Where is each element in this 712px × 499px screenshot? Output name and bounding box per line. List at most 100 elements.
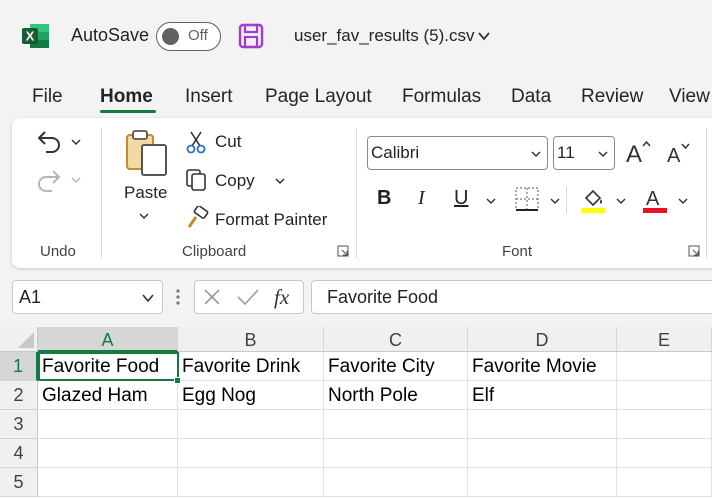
underline-dropdown-icon[interactable]	[486, 196, 496, 206]
chevron-down-icon	[598, 151, 608, 158]
select-all-triangle	[18, 332, 34, 348]
undo-icon[interactable]	[35, 128, 63, 154]
column-header-d[interactable]: D	[468, 327, 617, 352]
chevron-down-icon[interactable]	[142, 292, 154, 304]
name-box[interactable]: A1	[12, 280, 163, 314]
paste-button-label[interactable]: Paste	[124, 183, 167, 203]
format-painter-icon[interactable]	[185, 206, 209, 230]
row-header-1[interactable]: 1	[0, 352, 38, 381]
font-color-icon[interactable]: A	[642, 186, 668, 214]
tab-page-layout[interactable]: Page Layout	[265, 86, 372, 108]
cell-a1[interactable]: Favorite Food	[38, 352, 178, 381]
spreadsheet-grid: A B C D E 1 2 3 4 5 Favorite Food Favori…	[0, 327, 712, 499]
cut-button[interactable]: Cut	[215, 132, 241, 152]
group-divider	[356, 128, 357, 258]
autosave-state: Off	[188, 27, 208, 44]
fill-color-dropdown-icon[interactable]	[616, 196, 626, 206]
increase-font-size-icon[interactable]: A	[625, 139, 653, 165]
italic-button[interactable]: I	[418, 187, 425, 210]
group-label-clipboard: Clipboard	[182, 243, 247, 260]
paste-icon[interactable]	[124, 129, 170, 179]
cell-e5[interactable]	[617, 468, 712, 497]
cancel-icon[interactable]	[202, 287, 222, 307]
select-all-corner[interactable]	[0, 327, 38, 352]
tab-home[interactable]: Home	[100, 86, 153, 108]
font-launcher-icon[interactable]	[688, 245, 700, 257]
tab-file[interactable]: File	[32, 86, 63, 108]
tab-view[interactable]: View	[669, 86, 710, 108]
autosave-toggle[interactable]: Off	[156, 22, 221, 51]
toggle-knob	[162, 28, 179, 45]
row-header-3[interactable]: 3	[0, 410, 38, 439]
enter-check-icon[interactable]	[236, 287, 260, 307]
column-header-b[interactable]: B	[178, 327, 324, 352]
svg-text:fx: fx	[274, 285, 290, 309]
underline-button[interactable]: U	[454, 187, 468, 210]
cell-d4[interactable]	[468, 439, 617, 468]
cell-b4[interactable]	[178, 439, 324, 468]
cut-icon[interactable]	[186, 130, 206, 154]
cell-b2[interactable]: Egg Nog	[178, 381, 324, 410]
fill-handle[interactable]	[174, 377, 181, 384]
cell-c5[interactable]	[324, 468, 468, 497]
row-header-5[interactable]: 5	[0, 468, 38, 497]
save-icon[interactable]	[238, 23, 264, 49]
cell-d2[interactable]: Elf	[468, 381, 617, 410]
cell-e4[interactable]	[617, 439, 712, 468]
cell-c3[interactable]	[324, 410, 468, 439]
font-size-value: 11	[557, 143, 575, 162]
svg-text:A: A	[626, 141, 642, 165]
cell-d5[interactable]	[468, 468, 617, 497]
row-header-4[interactable]: 4	[0, 439, 38, 468]
font-size-select[interactable]: 11	[553, 136, 615, 170]
svg-text:A: A	[667, 145, 681, 165]
cell-a4[interactable]	[38, 439, 178, 468]
cell-a5[interactable]	[38, 468, 178, 497]
cell-b5[interactable]	[178, 468, 324, 497]
clipboard-launcher-icon[interactable]	[337, 245, 349, 257]
cell-b1[interactable]: Favorite Drink	[178, 352, 324, 381]
tab-formulas[interactable]: Formulas	[402, 86, 481, 108]
group-divider	[706, 128, 707, 258]
font-color-dropdown-icon[interactable]	[678, 196, 688, 206]
cell-e1[interactable]	[617, 352, 712, 381]
cell-e2[interactable]	[617, 381, 712, 410]
file-name[interactable]: user_fav_results (5).csv	[294, 26, 474, 46]
undo-dropdown-icon[interactable]	[71, 137, 81, 147]
cell-d1[interactable]: Favorite Movie	[468, 352, 617, 381]
more-options-icon[interactable]	[174, 288, 182, 306]
cell-c4[interactable]	[324, 439, 468, 468]
row-header-2[interactable]: 2	[0, 381, 38, 410]
decrease-font-size-icon[interactable]: A	[666, 141, 692, 165]
cell-a3[interactable]	[38, 410, 178, 439]
column-header-a[interactable]: A	[38, 327, 178, 352]
copy-dropdown-icon[interactable]	[275, 176, 285, 186]
paste-dropdown-icon[interactable]	[139, 211, 149, 221]
copy-icon[interactable]	[185, 168, 207, 192]
redo-icon	[38, 170, 61, 192]
fill-color-icon[interactable]	[580, 186, 606, 214]
cell-b3[interactable]	[178, 410, 324, 439]
active-tab-indicator	[100, 110, 156, 113]
tab-review[interactable]: Review	[581, 86, 643, 108]
group-label-font: Font	[502, 243, 533, 260]
tab-insert[interactable]: Insert	[185, 86, 233, 108]
copy-button[interactable]: Copy	[215, 171, 255, 191]
autosave-label: AutoSave	[71, 25, 150, 45]
cell-c1[interactable]: Favorite City	[324, 352, 468, 381]
cell-d3[interactable]	[468, 410, 617, 439]
bold-button[interactable]: B	[377, 187, 391, 210]
cell-a2[interactable]: Glazed Ham	[38, 381, 178, 410]
column-header-c[interactable]: C	[324, 327, 468, 352]
cell-e3[interactable]	[617, 410, 712, 439]
borders-icon[interactable]	[514, 186, 540, 212]
format-painter-button[interactable]: Format Painter	[215, 210, 327, 230]
cell-c2[interactable]: North Pole	[324, 381, 468, 410]
font-name-select[interactable]: Calibri	[367, 136, 548, 170]
insert-function-icon[interactable]: fx	[272, 284, 298, 310]
column-header-e[interactable]: E	[617, 327, 712, 352]
tab-data[interactable]: Data	[511, 86, 551, 108]
borders-dropdown-icon[interactable]	[550, 196, 560, 206]
formula-input[interactable]: Favorite Food	[311, 280, 712, 314]
chevron-down-icon[interactable]	[477, 29, 491, 43]
